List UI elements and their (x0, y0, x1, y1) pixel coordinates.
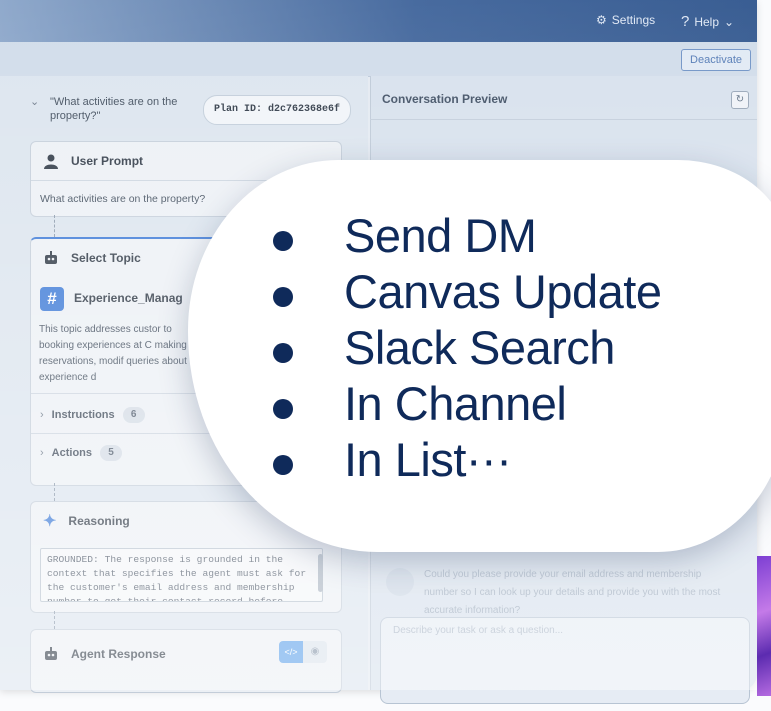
plan-id-badge: Plan ID: d2c762368e6f (203, 95, 352, 125)
background-decoration (757, 556, 771, 696)
feature-label: Slack Search (344, 321, 615, 374)
question-icon: ? (681, 13, 690, 30)
chevron-down-icon: ⌄ (724, 14, 735, 29)
instructions-count: 6 (122, 407, 145, 423)
message-input[interactable]: Describe your task or ask a question... (380, 617, 750, 704)
reasoning-textarea[interactable]: GROUNDED: The response is grounded in th… (40, 548, 323, 602)
feature-list: Send DM Canvas Update Slack Search In Ch… (273, 208, 662, 488)
settings-link[interactable]: ⚙ Settings (596, 13, 655, 27)
actions-row[interactable]: › Actions 5 (40, 445, 123, 461)
help-label: Help (694, 14, 720, 29)
instructions-label: Instructions (51, 409, 115, 421)
feature-item: In Channel (273, 376, 661, 432)
flow-connector (54, 483, 55, 501)
actions-label: Actions (51, 447, 93, 459)
flow-connector (54, 215, 55, 237)
feature-item: Send DM (273, 208, 661, 264)
feature-label: Send DM (344, 209, 537, 262)
topic-name: Experience_Manag (74, 291, 183, 305)
plan-question: "What activities are on the property?" (50, 96, 178, 122)
bullet-icon (273, 455, 293, 475)
deactivate-button[interactable]: Deactivate (681, 49, 751, 71)
eye-icon: ◉ (310, 646, 320, 657)
sparkle-icon: ✦ (43, 513, 57, 530)
chevron-right-icon: › (40, 447, 44, 459)
help-menu[interactable]: ? Help ⌄ (681, 13, 734, 30)
bullet-icon (273, 399, 293, 419)
bullet-icon (273, 343, 293, 363)
topic-description: This topic addresses custor to booking e… (39, 324, 187, 383)
user-icon (44, 154, 58, 169)
bot-message: Could you please provide your email addr… (424, 569, 721, 616)
view-toggle: </> ◉ (279, 641, 327, 663)
select-topic-title: Select Topic (71, 251, 141, 265)
action-bar: Deactivate (0, 42, 757, 77)
settings-label: Settings (611, 13, 656, 27)
conversation-title: Conversation Preview (382, 92, 508, 106)
hash-icon: # (40, 287, 64, 311)
divider (370, 119, 757, 120)
feature-label: Canvas Update (344, 265, 662, 318)
feature-label: In List··· (344, 433, 512, 486)
reasoning-title: Reasoning (68, 514, 130, 528)
code-view-button[interactable]: </> (279, 641, 303, 663)
top-bar: ⚙ Settings ? Help ⌄ (0, 0, 757, 42)
actions-count: 5 (100, 445, 123, 461)
flow-connector (54, 611, 55, 629)
user-prompt-text: What activities are on the property? (40, 193, 206, 205)
bullet-icon (273, 231, 293, 251)
user-prompt-title: User Prompt (71, 154, 144, 168)
refresh-icon[interactable]: ↻ (731, 91, 749, 109)
chevron-down-icon: ⌄ (30, 96, 40, 108)
agent-response-title: Agent Response (71, 647, 166, 661)
feature-item: Canvas Update (273, 264, 662, 320)
screen: ⚙ Settings ? Help ⌄ Deactivate ⌄ "What a… (0, 0, 771, 711)
gear-icon: ⚙ (596, 13, 607, 27)
message-placeholder: Describe your task or ask a question... (393, 625, 564, 636)
preview-button[interactable]: ◉ (303, 641, 327, 663)
feature-item: Slack Search (273, 320, 661, 376)
bullet-icon (273, 287, 293, 307)
chevron-right-icon: › (40, 409, 44, 421)
feature-item: In List··· (273, 432, 661, 488)
robot-icon (45, 251, 57, 264)
bot-avatar (386, 568, 414, 596)
reasoning-scrollbar[interactable] (318, 554, 323, 592)
feature-label: In Channel (344, 377, 567, 430)
robot-icon (45, 647, 57, 660)
instructions-row[interactable]: › Instructions 6 (40, 407, 145, 423)
